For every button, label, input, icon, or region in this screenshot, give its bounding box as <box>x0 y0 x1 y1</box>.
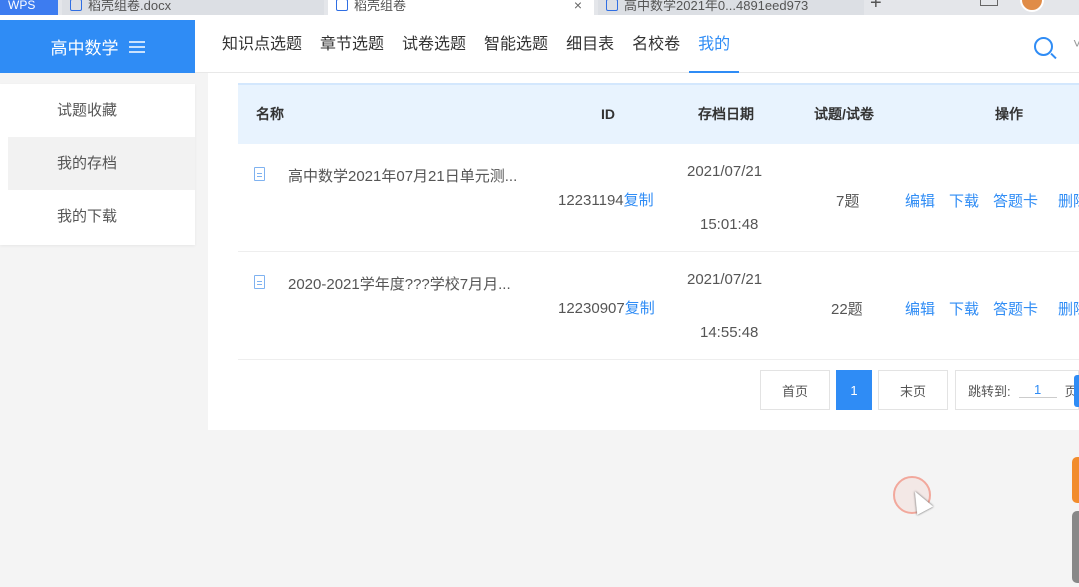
edit-button[interactable]: 编辑 <box>905 301 935 318</box>
file-icon <box>254 167 265 181</box>
sidebar-item-archive[interactable]: 我的存档 <box>8 137 195 190</box>
file-icon <box>254 275 265 289</box>
archive-date: 2021/07/21 <box>687 163 763 180</box>
nav-item-famous[interactable]: 名校卷 <box>623 15 689 73</box>
first-page-button[interactable]: 首页 <box>760 370 830 410</box>
archive-id-value: 12231194 <box>558 192 624 209</box>
copy-link[interactable]: 复制 <box>625 300 655 317</box>
row-actions: 编辑下载答题卡 删除 <box>905 298 1079 319</box>
archive-name[interactable]: 高中数学2021年07月21日单元测... <box>288 165 517 186</box>
sidebar-item-downloads[interactable]: 我的下载 <box>0 190 195 243</box>
header-date: 存档日期 <box>698 106 754 122</box>
nav-item-smart[interactable]: 智能选题 <box>475 15 557 73</box>
answer-card-button[interactable]: 答题卡 <box>993 193 1038 210</box>
wps-tab[interactable]: WPS <box>0 0 58 15</box>
search-icon[interactable] <box>1034 37 1053 56</box>
download-button[interactable]: 下载 <box>949 301 979 318</box>
table-row: 2020-2021学年度???学校7月月... 12230907复制 2021/… <box>238 252 1079 360</box>
page-button-current[interactable]: 1 <box>836 370 872 410</box>
tab-label: 稻壳组卷.docx <box>88 0 172 13</box>
feedback-widget[interactable] <box>1072 457 1079 503</box>
overflow-icon[interactable]: ˅ <box>1073 35 1079 51</box>
archive-time: 14:55:48 <box>700 324 759 341</box>
window-icon[interactable] <box>980 0 998 6</box>
archive-count: 7题 <box>836 193 860 210</box>
archive-count: 22题 <box>831 301 863 318</box>
avatar[interactable] <box>1020 0 1044 12</box>
delete-button[interactable]: 删除 <box>1058 301 1079 318</box>
row-actions: 编辑下载答题卡 删除 <box>905 190 1079 211</box>
nav-item-mine[interactable]: 我的 <box>689 15 740 73</box>
nav-item-detail[interactable]: 细目表 <box>557 15 623 73</box>
browser-tab-bar: WPS 稻壳组卷.docx 稻壳组卷 × 高中数学2021年0...4891eed… <box>0 0 1079 15</box>
document-icon <box>336 0 348 11</box>
nav-menu: 知识点选题 章节选题 试卷选题 智能选题 细目表 名校卷 我的 <box>213 15 740 73</box>
archive-id: 12231194复制 <box>558 189 654 210</box>
tab-label: 稻壳组卷 <box>354 0 407 13</box>
side-widget[interactable] <box>1072 511 1079 583</box>
close-icon[interactable]: × <box>574 0 582 13</box>
archive-name[interactable]: 2020-2021学年度???学校7月月... <box>288 273 511 294</box>
header-id: ID <box>601 106 615 122</box>
tab-exam[interactable]: 高中数学2021年0...4891eed973 <box>598 0 864 15</box>
download-button[interactable]: 下载 <box>949 193 979 210</box>
sidebar: 试题收藏 我的存档 我的下载 <box>0 84 195 245</box>
go-button[interactable] <box>1074 375 1079 407</box>
archive-date: 2021/07/21 <box>687 271 763 288</box>
nav-item-knowledge[interactable]: 知识点选题 <box>213 15 311 73</box>
archive-time: 15:01:48 <box>700 216 759 233</box>
page-jump: 跳转到: 页 <box>955 370 1079 410</box>
document-icon <box>606 0 618 11</box>
archive-id-value: 12230907 <box>558 300 625 317</box>
document-icon <box>70 0 82 11</box>
edit-button[interactable]: 编辑 <box>905 193 935 210</box>
table-row: 高中数学2021年07月21日单元测... 12231194复制 2021/07… <box>238 144 1079 252</box>
tab-docx[interactable]: 稻壳组卷.docx <box>62 0 324 15</box>
archive-id: 12230907复制 <box>558 297 655 318</box>
answer-card-button[interactable]: 答题卡 <box>993 301 1038 318</box>
jump-input[interactable] <box>1018 382 1057 398</box>
tab-active[interactable]: 稻壳组卷 × <box>328 0 594 15</box>
tab-label: 高中数学2021年0...4891eed973 <box>624 0 809 13</box>
new-tab-button[interactable]: + <box>870 0 882 15</box>
copy-link[interactable]: 复制 <box>624 192 654 209</box>
nav-item-paper[interactable]: 试卷选题 <box>393 15 475 73</box>
top-nav: 高中数学 知识点选题 章节选题 试卷选题 智能选题 细目表 名校卷 我的 ˅ <box>0 15 1079 73</box>
subject-title: 高中数学 <box>50 39 119 58</box>
sidebar-item-favorites[interactable]: 试题收藏 <box>0 84 195 137</box>
delete-button[interactable]: 删除 <box>1058 193 1079 210</box>
nav-item-chapter[interactable]: 章节选题 <box>311 15 393 73</box>
menu-icon <box>128 40 145 53</box>
header-name: 名称 <box>256 106 284 122</box>
archive-panel: 名称 ID 存档日期 试题/试卷 操作 高中数学2021年07月21日单元测..… <box>208 73 1079 430</box>
header-count: 试题/试卷 <box>814 106 874 122</box>
subject-selector[interactable]: 高中数学 <box>0 20 195 73</box>
wps-label: WPS <box>8 0 36 12</box>
table-header: 名称 ID 存档日期 试题/试卷 操作 <box>238 83 1079 144</box>
jump-label: 跳转到: <box>968 383 1011 399</box>
header-ops: 操作 <box>995 106 1023 122</box>
last-page-button[interactable]: 末页 <box>878 370 948 410</box>
